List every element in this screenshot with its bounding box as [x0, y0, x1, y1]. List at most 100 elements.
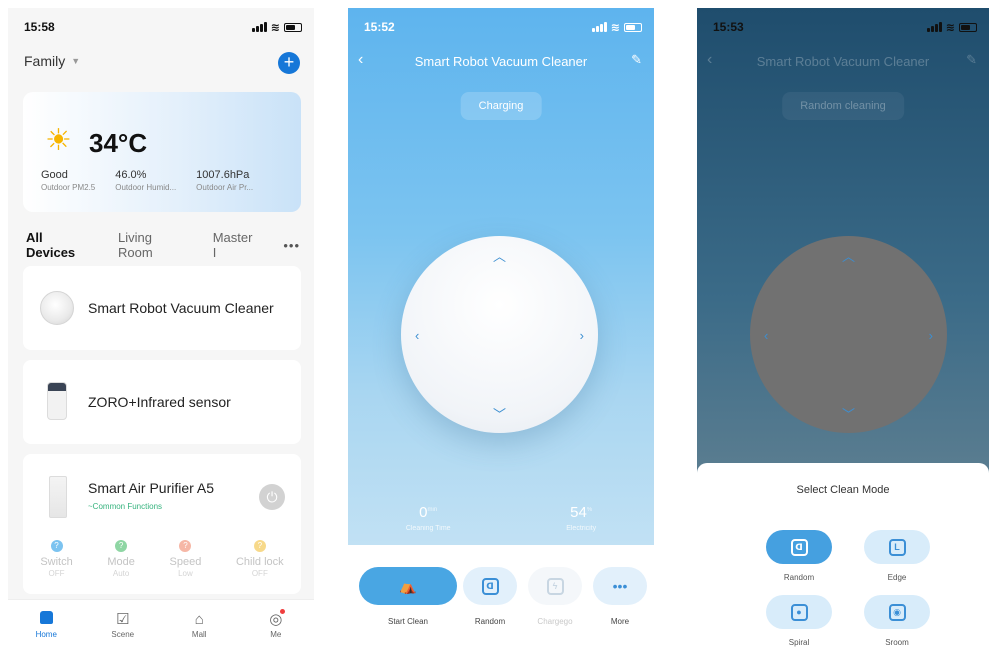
arrow-down-icon: ﹀: [842, 407, 856, 422]
device-control-screen: 15:52 ≋ ‹ Smart Robot Vacuum Cleaner ✎ C…: [348, 8, 654, 655]
status-pill: Charging: [460, 92, 542, 120]
device-card-sensor[interactable]: ZORO+Infrared sensor: [23, 360, 301, 444]
power-icon: ⏻: [266, 489, 278, 505]
scene-checkbox-icon: ☑: [116, 611, 130, 628]
bottom-nav: Home ☑ Scene ⌂ Mall ◎ Me: [8, 599, 314, 655]
sun-icon: ☀: [45, 124, 72, 157]
nav-scene[interactable]: ☑ Scene: [93, 610, 153, 655]
home-icon: [39, 611, 53, 624]
broom-icon: ⛺: [399, 577, 417, 594]
status-time: 15:52: [364, 20, 395, 34]
function-speed[interactable]: ? Speed Low: [170, 540, 201, 578]
wifi-icon: ≋: [945, 21, 955, 34]
more-dots-icon: •••: [612, 578, 628, 594]
profile-icon: ◎: [269, 609, 286, 628]
clean-mode-screen: 15:53 ≋ ‹ Smart Robot Vacuum Cleaner ✎ R…: [697, 8, 989, 655]
sensor-icon: [47, 382, 67, 420]
spiral-mode-icon: ●: [790, 603, 808, 621]
status-time: 15:58: [24, 20, 55, 34]
random-mode-icon: ꓷ: [481, 577, 499, 595]
arrow-right-icon[interactable]: ›: [580, 328, 584, 343]
edit-icon[interactable]: ✎: [966, 52, 977, 68]
arrow-down-icon[interactable]: ﹀: [493, 404, 506, 423]
mode-random[interactable]: ꓷ Random: [764, 530, 834, 582]
device-card-purifier[interactable]: Smart Air Purifier A5 ~Common Functions …: [23, 454, 301, 594]
device-card-vacuum[interactable]: Smart Robot Vacuum Cleaner: [23, 266, 301, 350]
nav-me[interactable]: ◎ Me: [246, 609, 306, 655]
status-bar: 15:52 ≋: [364, 18, 642, 36]
tab-all-devices[interactable]: All Devices: [26, 230, 92, 260]
device-name: Smart Robot Vacuum Cleaner: [88, 300, 274, 316]
status-bar: 15:58 ≋: [24, 18, 302, 36]
battery-icon: [284, 22, 302, 32]
cleaning-stats: 0min Cleaning Time 54% Electricity: [348, 504, 654, 544]
tab-living-room[interactable]: Living Room: [118, 230, 187, 260]
cleaning-time: 0min Cleaning Time: [405, 504, 451, 532]
sroom-mode-icon: ◉: [888, 603, 906, 621]
mode-sroom[interactable]: ◉ Sroom: [862, 595, 932, 647]
function-child-lock[interactable]: ? Child lock OFF: [236, 540, 284, 578]
plus-icon: +: [283, 52, 295, 72]
battery-icon: [959, 22, 977, 32]
arrow-left-icon: ‹: [764, 328, 769, 343]
weather-card[interactable]: ☀ 34°C Good Outdoor PM2.5 46.0% Outdoor …: [23, 92, 301, 212]
random-mode-icon: ꓷ: [790, 538, 808, 556]
nav-mall[interactable]: ⌂ Mall: [169, 610, 229, 655]
switch-icon: ?: [50, 540, 63, 552]
status-pill: Random cleaning: [782, 92, 904, 120]
nav-home[interactable]: Home: [16, 610, 76, 655]
child-lock-icon: ?: [253, 540, 266, 552]
mode-icon: ?: [115, 540, 128, 552]
mode-spiral[interactable]: ● Spiral: [764, 595, 834, 647]
function-switch[interactable]: ? Switch OFF: [40, 540, 73, 578]
edge-mode-icon: L: [888, 538, 906, 556]
add-device-button[interactable]: +: [278, 52, 300, 74]
device-name: ZORO+Infrared sensor: [88, 394, 231, 410]
arrow-left-icon[interactable]: ‹: [415, 328, 419, 343]
clean-mode-sheet: Select Clean Mode ꓷ Random L Edge ● Spir…: [697, 463, 989, 655]
home-screen: 15:58 ≋ Family ▼ + ☀ 34°C Good Outdoor P…: [8, 8, 314, 655]
tab-master[interactable]: Master I: [213, 230, 258, 260]
cellular-signal-icon: [251, 22, 267, 32]
start-clean-button[interactable]: ⛺ Start Clean: [359, 567, 457, 626]
temperature: 34°C: [89, 128, 148, 158]
quick-functions: ? Switch OFF ? Mode Auto ? Speed Low ? C…: [23, 540, 301, 578]
electricity: 54% Electricity: [566, 504, 597, 532]
arrow-up-icon[interactable]: ︿: [493, 246, 506, 265]
page-title: Smart Robot Vacuum Cleaner: [414, 54, 588, 69]
sheet-title: Select Clean Mode: [796, 484, 890, 496]
function-mode[interactable]: ? Mode Auto: [107, 540, 135, 578]
control-bar: ⛺ Start Clean ꓷ Random ϟ Chargego ••• Mo…: [348, 545, 654, 655]
caret-down-icon: ▼: [71, 56, 81, 66]
common-functions-label[interactable]: ~Common Functions: [88, 502, 162, 511]
wifi-icon: ≋: [610, 21, 620, 34]
page-title: Smart Robot Vacuum Cleaner: [756, 54, 930, 69]
battery-icon: [624, 22, 642, 32]
cellular-signal-icon: [926, 22, 942, 32]
mode-edge[interactable]: L Edge: [862, 530, 932, 582]
device-name: Smart Air Purifier A5: [88, 480, 215, 496]
family-selector[interactable]: Family ▼: [24, 53, 80, 69]
edit-icon[interactable]: ✎: [631, 52, 642, 68]
charge-icon: ϟ: [546, 577, 564, 595]
weather-stat: 1007.6hPa Outdoor Air Pr...: [196, 169, 254, 192]
status-time: 15:53: [713, 20, 744, 34]
speed-icon: ?: [179, 540, 192, 552]
air-purifier-icon: [49, 476, 67, 518]
shopping-bag-icon: ⌂: [194, 611, 204, 628]
direction-pad: ︿ ‹ › ﹀: [750, 236, 947, 433]
cellular-signal-icon: [591, 22, 607, 32]
arrow-up-icon: ︿: [842, 249, 856, 264]
random-mode-button[interactable]: ꓷ Random: [463, 567, 517, 626]
more-tabs-icon[interactable]: •••: [283, 238, 300, 253]
power-button[interactable]: ⏻: [259, 484, 285, 510]
more-button[interactable]: ••• More: [593, 567, 647, 626]
room-tabs: All Devices Living Room Master I •••: [26, 230, 300, 260]
family-label: Family: [24, 53, 66, 69]
arrow-right-icon: ›: [928, 328, 933, 343]
weather-stat: 46.0% Outdoor Humid...: [115, 169, 177, 192]
weather-stats: Good Outdoor PM2.5 46.0% Outdoor Humid..…: [41, 169, 291, 192]
chargego-button[interactable]: ϟ Chargego: [528, 567, 582, 626]
wifi-icon: ≋: [270, 21, 280, 34]
direction-pad[interactable]: ︿ ‹ › ﹀: [401, 236, 598, 433]
